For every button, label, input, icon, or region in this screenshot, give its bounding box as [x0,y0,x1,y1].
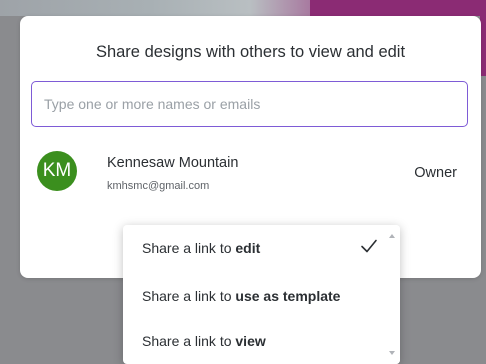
menu-item-label: Share a link to view [142,333,266,349]
menu-item-emphasis: edit [235,240,261,256]
menu-item-prefix: Share a link to [142,288,236,304]
share-link-menu: Share a link to edit Share a link to use… [123,225,400,364]
member-role: Owner [414,165,457,181]
menu-item-share-template[interactable]: Share a link to use as template [123,276,385,316]
menu-item-prefix: Share a link to [142,333,236,349]
member-row: KM Kennesaw Mountain kmhsmc@gmail.com Ow… [37,150,462,198]
dialog-title: Share designs with others to view and ed… [95,43,406,61]
menu-scrollbar[interactable] [385,225,400,364]
scroll-down-arrow-icon[interactable] [389,351,395,355]
share-search-field[interactable] [31,81,468,127]
scroll-up-arrow-icon[interactable] [389,234,395,238]
background-canvas-accent [310,0,486,16]
share-search-input[interactable] [32,82,467,126]
menu-item-prefix: Share a link to [142,240,236,256]
menu-item-emphasis: use as template [235,288,341,304]
avatar: KM [37,151,77,191]
background-canvas-mid [250,0,310,16]
menu-item-share-view[interactable]: Share a link to view [123,321,385,361]
menu-item-label: Share a link to edit [142,240,260,256]
menu-item-emphasis: view [235,333,266,349]
menu-item-label: Share a link to use as template [142,288,340,304]
menu-item-share-edit[interactable]: Share a link to edit [123,228,385,268]
member-email: kmhsmc@gmail.com [107,180,210,192]
member-name: Kennesaw Mountain [107,155,239,171]
background-canvas-left [0,0,250,16]
check-icon [361,239,377,253]
